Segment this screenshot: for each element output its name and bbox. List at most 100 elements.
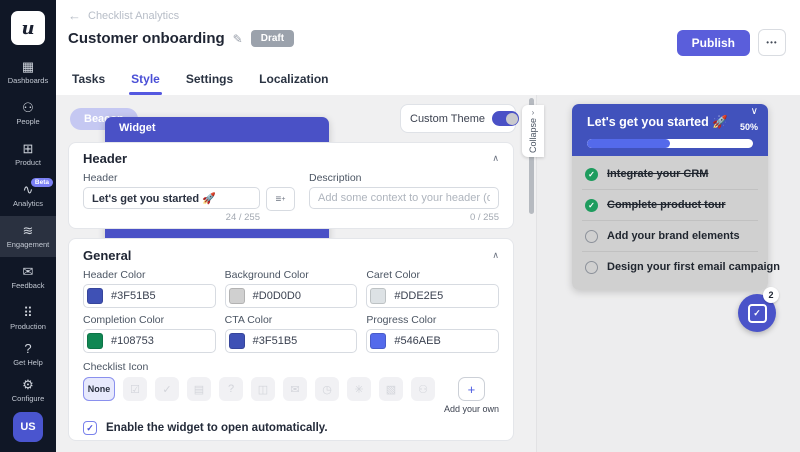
sidebar-item-people[interactable]: ⚇People xyxy=(0,93,56,134)
party-icon: ✳ xyxy=(354,383,363,396)
collapse-section-icon[interactable]: ∧ xyxy=(492,250,499,261)
checklist-item[interactable]: Add your brand elements xyxy=(572,221,768,251)
progress-fill xyxy=(587,139,670,148)
beta-badge: Beta xyxy=(31,178,53,187)
task-label: Add your brand elements xyxy=(607,230,740,242)
checklist-item[interactable]: Design your first email campaign xyxy=(572,252,768,282)
color-field-label: Caret Color xyxy=(366,269,499,281)
sidebar-item-label: Feedback xyxy=(12,281,45,290)
color-field-label: Background Color xyxy=(225,269,358,281)
help-circle-option-button[interactable]: ? xyxy=(219,377,243,401)
clipboard-check-icon: ☑ xyxy=(130,383,140,396)
book-option-button[interactable]: ◫ xyxy=(251,377,275,401)
status-badge: Draft xyxy=(251,30,294,47)
content-area: ← Checklist Analytics Customer onboardin… xyxy=(56,0,800,452)
help-icon: ? xyxy=(24,342,31,356)
color-field-label: CTA Color xyxy=(225,314,358,326)
header-section-title: Header xyxy=(83,151,127,166)
color-field-header-color: Header Color#3F51B5 xyxy=(83,263,216,308)
checklist-widget-preview: Let's get you started 🚀 ∨ 50% ✓Integrate… xyxy=(572,104,768,290)
tab-settings[interactable]: Settings xyxy=(186,72,233,95)
sidebar-item-dashboards[interactable]: ▦ Dashboards xyxy=(0,52,56,93)
chat-check-option-button[interactable]: ✉ xyxy=(283,377,307,401)
sidebar-item-label: Dashboards xyxy=(8,76,48,85)
description-input[interactable] xyxy=(309,187,499,209)
color-hex-value: #3F51B5 xyxy=(253,335,298,347)
color-swatch xyxy=(229,333,245,349)
sidebar-nav-top: ▦ Dashboards ⚇People⊞Product∿BetaAnalytics… xyxy=(0,52,56,298)
sidebar-item-label: People xyxy=(16,117,39,126)
workarea: Widget Beacon Custom Theme ∨ Header ∧ xyxy=(56,95,800,452)
clock-icon: ◷ xyxy=(322,383,332,396)
back-link[interactable]: Checklist Analytics xyxy=(88,10,179,22)
tab-style[interactable]: Style xyxy=(131,72,160,95)
edit-title-icon[interactable]: ✎ xyxy=(233,32,243,46)
icon-none-button[interactable]: None xyxy=(83,377,115,401)
sidebar-item-product[interactable]: ⊞Product xyxy=(0,134,56,175)
party-option-button[interactable]: ✳ xyxy=(347,377,371,401)
color-field-progress-color: Progress Color#546AEB xyxy=(366,308,499,353)
checklist-launcher-button[interactable]: ✓ 2 xyxy=(738,294,776,332)
app-window: u ▦Dashboards⚇People⊞Product∿BetaAnalyti… xyxy=(0,0,800,452)
header-section-card: Header ∧ Header 24 / 255 ≡+ xyxy=(68,142,514,229)
back-arrow-icon[interactable]: ← xyxy=(68,8,81,23)
color-input[interactable]: #3F51B5 xyxy=(83,284,216,308)
sidebar-item-analytics[interactable]: ∿BetaAnalytics xyxy=(0,175,56,216)
checklist-item[interactable]: ✓Integrate your CRM xyxy=(572,159,768,189)
task-todo-icon xyxy=(585,261,598,274)
collapse-preview-tab[interactable]: › Collapse xyxy=(522,105,544,157)
map-option-button[interactable]: ▧ xyxy=(379,377,403,401)
sidebar-item-label: Production xyxy=(10,322,46,331)
sidebar-item-label: Get Help xyxy=(13,358,43,367)
header-field-label: Header xyxy=(83,172,295,184)
tab-localization[interactable]: Localization xyxy=(259,72,328,95)
clipboard-check-icon: ✓ xyxy=(748,304,767,323)
add-your-own: + Add your own xyxy=(444,377,499,414)
collapse-section-icon[interactable]: ∧ xyxy=(492,153,499,164)
userpilot-logo[interactable]: u xyxy=(11,11,45,45)
clipboard-check-option-button[interactable]: ☑ xyxy=(123,377,147,401)
color-input[interactable]: #108753 xyxy=(83,329,216,353)
list-add-icon[interactable]: ≡+ xyxy=(266,187,295,211)
dashboards-icon: ▦ xyxy=(22,60,34,74)
launcher-badge: 2 xyxy=(763,287,779,303)
sidebar-item-configure[interactable]: ⚙Configure xyxy=(0,372,56,408)
header-input[interactable] xyxy=(83,187,260,209)
check-option-button[interactable]: ✓ xyxy=(155,377,179,401)
color-input[interactable]: #D0D0D0 xyxy=(225,284,358,308)
sidebar-item-engagement[interactable]: ≋Engagement xyxy=(0,216,56,257)
sidebar-item-get-help[interactable]: ? Get Help xyxy=(0,336,56,372)
clock-option-button[interactable]: ◷ xyxy=(315,377,339,401)
auto-open-checkbox[interactable]: ✓ xyxy=(83,421,97,435)
publish-button[interactable]: Publish xyxy=(677,30,750,56)
progress-percent: 50% xyxy=(740,122,758,132)
task-todo-icon xyxy=(585,230,598,243)
user-avatar[interactable]: US xyxy=(13,412,43,442)
sidebar-item-label: Product xyxy=(15,158,41,167)
more-options-button[interactable]: ••• xyxy=(758,29,786,56)
engagement-icon: ≋ xyxy=(23,224,34,238)
description-field-label: Description xyxy=(309,172,499,184)
tab-tasks[interactable]: Tasks xyxy=(72,72,105,95)
mode-toggle: Widget Beacon xyxy=(70,108,138,130)
header-char-count: 24 / 255 xyxy=(83,212,260,223)
chevron-down-icon[interactable]: ∨ xyxy=(751,106,758,117)
top-actions: Publish ••• xyxy=(677,29,786,56)
robot-option-button[interactable]: ⚇ xyxy=(411,377,435,401)
sidebar-item-production[interactable]: ⠿ Production xyxy=(0,300,56,336)
sidebar-item-feedback[interactable]: ✉Feedback xyxy=(0,257,56,298)
color-input[interactable]: #DDE2E5 xyxy=(366,284,499,308)
color-input[interactable]: #3F51B5 xyxy=(225,329,358,353)
custom-theme-toggle[interactable] xyxy=(492,111,519,126)
color-input[interactable]: #546AEB xyxy=(366,329,499,353)
add-icon-button[interactable]: + xyxy=(458,377,485,401)
topbar: ← Checklist Analytics Customer onboardin… xyxy=(56,0,800,95)
widget-header: Let's get you started 🚀 ∨ 50% xyxy=(572,104,768,156)
checklist-item[interactable]: ✓Complete product tour xyxy=(572,190,768,220)
production-icon: ⠿ xyxy=(23,306,33,320)
preview-panel: Let's get you started 🚀 ∨ 50% ✓Integrate… xyxy=(536,95,800,452)
list-option-button[interactable]: ▤ xyxy=(187,377,211,401)
custom-theme-dropdown[interactable]: Custom Theme ∨ xyxy=(400,104,516,133)
book-icon: ◫ xyxy=(258,383,268,396)
chevron-right-icon: › xyxy=(532,108,535,117)
